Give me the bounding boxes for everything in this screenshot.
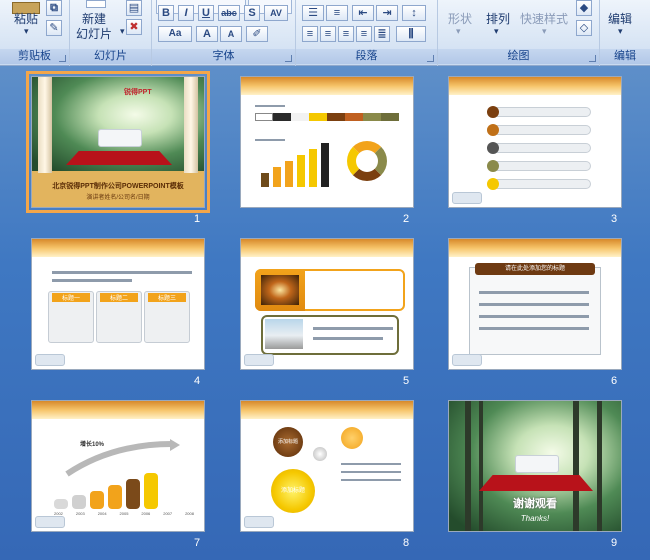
red-carpet: [66, 151, 172, 165]
color-swatches: [255, 113, 399, 121]
slide-number: 6: [611, 375, 618, 387]
cycle-diagram: [347, 141, 387, 181]
slide-number: 7: [194, 537, 201, 549]
underline-button[interactable]: U: [198, 5, 214, 21]
shrink-font-button[interactable]: A: [220, 26, 242, 42]
format-painter-icon[interactable]: ✎: [46, 20, 62, 36]
shape-outline-icon[interactable]: ◇: [576, 20, 592, 36]
drawing-group: 形状 ▾ 排列 ▾ 快速样式 ▾ ◆ ◇ 绘图: [438, 0, 600, 66]
slide-header: 请在此处添加您的标题: [475, 263, 595, 275]
top-circle: 添加标题: [273, 427, 303, 457]
slide-thumbnail-5[interactable]: [240, 238, 414, 370]
editing-group-label: 编辑: [600, 49, 650, 64]
copy-icon[interactable]: ⧉: [46, 0, 62, 16]
year-axis: 2002 2003 2004 2005 2006 2007 2008: [54, 511, 194, 516]
slide-thumbnail-2[interactable]: [240, 76, 414, 208]
slides-group: 新建 幻灯片 ▾ ▤ ✖ 幻灯片: [70, 0, 152, 66]
italic-button[interactable]: I: [178, 5, 194, 21]
slide-number: 2: [403, 213, 410, 225]
paragraph-group-label: 段落: [296, 49, 437, 64]
change-case-button[interactable]: Aa: [158, 26, 192, 42]
decrease-indent-icon[interactable]: ⇤: [352, 5, 374, 21]
line-spacing-icon[interactable]: ↕: [402, 5, 426, 21]
train-photo: [265, 319, 303, 349]
justify-icon[interactable]: ≡: [356, 26, 372, 42]
thanks-en-text: Thanks!: [520, 514, 550, 523]
thanks-text: 谢谢观看: [513, 498, 557, 510]
clear-format-icon[interactable]: ✐: [246, 26, 268, 42]
drawing-group-label: 绘图: [438, 49, 599, 64]
distribute-icon[interactable]: ≣: [374, 26, 390, 42]
increase-indent-icon[interactable]: ⇥: [376, 5, 398, 21]
edit-dropdown-icon[interactable]: ▾: [618, 26, 623, 37]
align-center-icon[interactable]: ≡: [320, 26, 336, 42]
delete-slide-icon[interactable]: ✖: [126, 19, 142, 35]
box-title: 标题二: [100, 293, 138, 302]
align-right-icon[interactable]: ≡: [338, 26, 354, 42]
align-left-icon[interactable]: ≡: [302, 26, 318, 42]
shadow-button[interactable]: S: [244, 5, 260, 21]
slide-logo: 锐得PPT: [124, 89, 152, 96]
big-circle: 添加标题: [271, 469, 315, 513]
arrange-dropdown-icon[interactable]: ▾: [494, 26, 499, 37]
slide-number: 3: [611, 213, 618, 225]
slide-thumbnail-4[interactable]: 标题一 标题二 标题三: [31, 238, 205, 370]
bullets-icon[interactable]: ☰: [302, 5, 324, 21]
columns-icon[interactable]: ⫼: [396, 26, 426, 42]
paragraph-group: ☰ ≡ ⇤ ⇥ ↕ ≡ ≡ ≡ ≡ ≣ ⫼ 段落: [296, 0, 438, 66]
bar-chart: [261, 143, 329, 187]
new-slide-dropdown-icon[interactable]: ▾: [120, 26, 125, 37]
slide-thumbnail-6[interactable]: 请在此处添加您的标题: [448, 238, 622, 370]
box-title: 标题三: [148, 293, 186, 302]
clipboard-launcher-icon[interactable]: [59, 55, 66, 62]
new-slide-icon[interactable]: [86, 0, 106, 8]
paste-dropdown-icon[interactable]: ▾: [24, 26, 29, 37]
box-title: 标题一: [52, 293, 90, 302]
slide-thumbnail-3[interactable]: [448, 76, 622, 208]
slide-number: 9: [611, 537, 618, 549]
ribbon: 粘贴 ▾ ⧉ ✎ 剪贴板 新建 幻灯片 ▾ ▤ ✖ 幻灯片 B I U abc …: [0, 0, 650, 66]
shape-fill-icon[interactable]: ◆: [576, 0, 592, 16]
bold-button[interactable]: B: [158, 5, 174, 21]
char-spacing-button[interactable]: AV: [264, 5, 288, 21]
drawing-launcher-icon[interactable]: [589, 55, 596, 62]
shape-button[interactable]: 形状: [448, 10, 472, 27]
quick-style-button[interactable]: 快速样式: [520, 10, 568, 27]
slide-thumbnail-1[interactable]: 锐得PPT 北京锐得PPT制作公司POWERPOINT模板 演讲者姓名/公司名/…: [26, 71, 210, 213]
sofa: [515, 455, 559, 473]
slide-number: 5: [403, 375, 410, 387]
shape-dropdown-icon[interactable]: ▾: [456, 26, 461, 37]
edit-button[interactable]: 编辑: [608, 10, 632, 27]
grow-font-button[interactable]: A: [196, 26, 218, 42]
slide-number: 8: [403, 537, 410, 549]
layout-icon[interactable]: ▤: [126, 0, 142, 16]
slide-subtitle: 演讲者姓名/公司名/日期: [86, 195, 150, 201]
new-slide-label[interactable]: 幻灯片: [76, 25, 112, 42]
slide-thumbnail-7[interactable]: 增长10% 2002 2003 2004 2005 2006 2007 2008: [31, 400, 205, 532]
rocket-photo: [261, 275, 299, 305]
strikethrough-button[interactable]: abc: [218, 5, 240, 21]
slide-number: 4: [194, 375, 201, 387]
slide-thumbnail-8[interactable]: 添加标题 添加标题: [240, 400, 414, 532]
slides-group-label: 幻灯片: [70, 49, 151, 64]
paste-button[interactable]: 粘贴: [14, 10, 38, 27]
side-circle: [341, 427, 363, 449]
font-launcher-icon[interactable]: [285, 55, 292, 62]
quick-style-dropdown-icon[interactable]: ▾: [542, 26, 547, 37]
paragraph-launcher-icon[interactable]: [427, 55, 434, 62]
hub-circle: [313, 447, 327, 461]
arrange-button[interactable]: 排列: [486, 10, 510, 27]
slide-number: 1: [194, 213, 201, 225]
numbering-icon[interactable]: ≡: [326, 5, 348, 21]
sofa: [98, 129, 142, 147]
slide-thumbnail-9[interactable]: 谢谢观看 Thanks!: [448, 400, 622, 532]
font-group-label: 字体: [152, 49, 295, 64]
slide-sorter-pane: 锐得PPT 北京锐得PPT制作公司POWERPOINT模板 演讲者姓名/公司名/…: [0, 66, 650, 560]
cylinder-chart: [54, 473, 158, 509]
font-group: B I U abc S AV Aa A A ✐ 字体: [152, 0, 296, 66]
slide-title: 北京锐得PPT制作公司POWERPOINT模板: [52, 183, 184, 190]
editing-group: 编辑 ▾ 编辑: [600, 0, 650, 66]
clipboard-group: 粘贴 ▾ ⧉ ✎ 剪贴板: [0, 0, 70, 66]
